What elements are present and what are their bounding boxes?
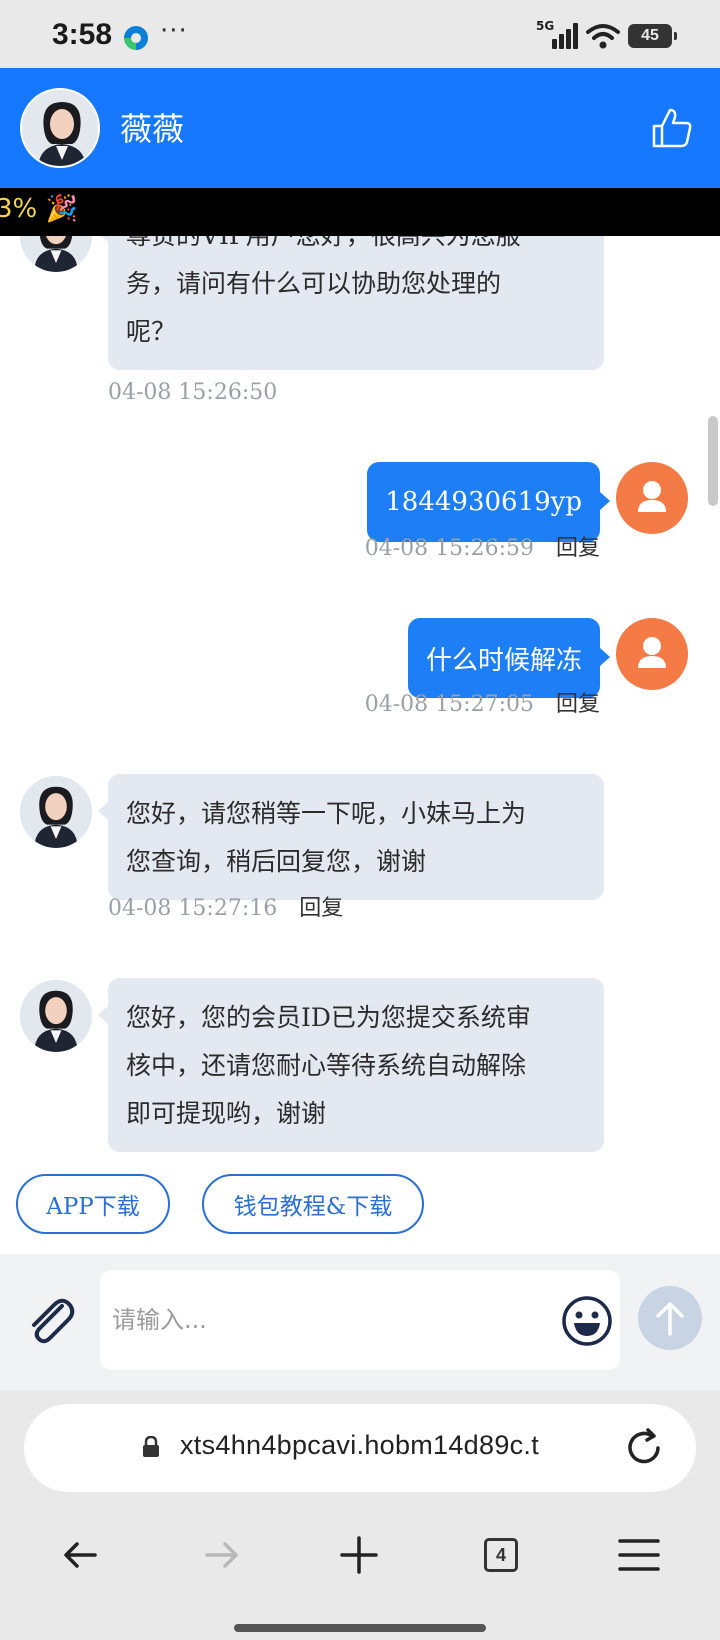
user-avatar bbox=[616, 462, 688, 534]
chat-header: 薇薇 bbox=[0, 68, 720, 188]
menu-button[interactable] bbox=[614, 1530, 664, 1580]
reply-link[interactable]: 回复 bbox=[556, 692, 600, 717]
message-input-bar bbox=[0, 1254, 720, 1390]
reload-icon[interactable] bbox=[622, 1426, 666, 1470]
address-bar[interactable]: xts4hn4bpcavi.hobm14d89c.t bbox=[24, 1404, 696, 1492]
scrollbar-thumb[interactable] bbox=[708, 416, 718, 506]
message-meta: 04-08 15:26:59 回复 bbox=[365, 530, 600, 562]
message-meta: 04-08 15:27:05 回复 bbox=[365, 686, 600, 718]
status-bar: 3:58 ··· 5G 45 bbox=[0, 0, 720, 68]
status-more-icon: ··· bbox=[160, 16, 188, 46]
paperclip-icon[interactable] bbox=[22, 1292, 78, 1348]
agent-message-bubble: 您好，您的会员ID已为您提交系统审 核中，还请您耐心等待系统自动解除 即可提现哟… bbox=[98, 978, 604, 1152]
app-download-button[interactable]: APP下载 bbox=[16, 1174, 170, 1234]
back-arrow-icon bbox=[64, 1542, 97, 1568]
agent-portrait-icon bbox=[20, 776, 92, 848]
wallet-tutorial-button[interactable]: 钱包教程&下载 bbox=[202, 1174, 424, 1234]
send-arrow-icon bbox=[656, 1302, 684, 1336]
agent-portrait-icon bbox=[20, 236, 92, 272]
ticker-text: 3% 🎉 bbox=[0, 194, 78, 224]
battery-icon: 45 bbox=[628, 24, 677, 48]
signal-icon: 5G bbox=[536, 19, 578, 49]
network-type-label: 5G bbox=[536, 19, 555, 33]
agent-avatar bbox=[20, 236, 92, 272]
forward-button[interactable] bbox=[196, 1530, 246, 1580]
home-indicator bbox=[234, 1624, 486, 1632]
edge-browser-icon bbox=[124, 26, 148, 50]
agent-message-bubble: 尊贵的VIP用户您好，很高兴为您服 务，请问有什么可以协助您处理的 呢？ bbox=[98, 236, 604, 370]
agent-avatar bbox=[20, 776, 92, 848]
message-line: 您好，请您稍等一下呢，小妹马上为 bbox=[126, 799, 527, 828]
message-line: 核中，还请您耐心等待系统自动解除 bbox=[126, 1051, 527, 1080]
lock-icon bbox=[143, 1436, 159, 1457]
chat-message-list[interactable]: 尊贵的VIP用户您好，很高兴为您服 务，请问有什么可以协助您处理的 呢？ 04-… bbox=[0, 236, 720, 1156]
url-text: xts4hn4bpcavi.hobm14d89c.t bbox=[180, 1430, 540, 1460]
status-time: 3:58 bbox=[52, 18, 113, 51]
user-avatar bbox=[616, 618, 688, 690]
user-icon bbox=[638, 481, 666, 512]
browser-toolbar: xts4hn4bpcavi.hobm14d89c.t 4 bbox=[0, 1390, 720, 1640]
agent-message-bubble: 您好，请您稍等一下呢，小妹马上为 您查询，稍后回复您，谢谢 bbox=[98, 774, 604, 900]
message-line: 您好，您的会员ID已为您提交系统审 bbox=[126, 1003, 531, 1032]
new-tab-plus-icon bbox=[340, 1536, 378, 1574]
emoji-icon[interactable] bbox=[560, 1294, 614, 1348]
thumbs-up-icon[interactable] bbox=[650, 106, 694, 150]
announcement-ticker: 3% 🎉 bbox=[0, 188, 720, 236]
forward-arrow-icon bbox=[205, 1542, 238, 1568]
message-meta: 04-08 15:27:16 回复 bbox=[108, 890, 343, 922]
message-input[interactable] bbox=[100, 1270, 620, 1370]
send-button[interactable] bbox=[638, 1286, 702, 1350]
reply-link[interactable]: 回复 bbox=[556, 536, 600, 561]
user-icon bbox=[638, 637, 666, 668]
contact-avatar[interactable] bbox=[20, 88, 100, 168]
agent-portrait-icon bbox=[20, 980, 92, 1052]
status-icons: 5G 45 bbox=[536, 19, 677, 50]
message-line: 您查询，稍后回复您，谢谢 bbox=[126, 847, 427, 876]
back-button[interactable] bbox=[56, 1530, 106, 1580]
reply-link[interactable]: 回复 bbox=[299, 896, 343, 921]
message-timestamp: 04-08 15:26:59 bbox=[364, 536, 534, 561]
menu-icon bbox=[618, 1539, 660, 1571]
quick-actions-bar: APP下载 钱包教程&下载 bbox=[0, 1156, 720, 1254]
message-line: 呢？ bbox=[126, 317, 177, 346]
agent-portrait-icon bbox=[22, 90, 98, 166]
message-line: 务，请问有什么可以协助您处理的 bbox=[126, 269, 502, 298]
contact-name: 薇薇 bbox=[120, 110, 185, 148]
tabs-button[interactable]: 4 bbox=[476, 1530, 526, 1580]
agent-avatar bbox=[20, 980, 92, 1052]
message-line: 即可提现哟，谢谢 bbox=[126, 1099, 327, 1128]
new-tab-button[interactable] bbox=[334, 1530, 384, 1580]
tabs-icon: 4 bbox=[484, 1538, 518, 1572]
message-line: 尊贵的VIP用户您好，很高兴为您服 bbox=[126, 236, 588, 260]
wifi-icon bbox=[586, 24, 620, 49]
message-timestamp: 04-08 15:27:05 bbox=[364, 692, 534, 717]
message-timestamp: 04-08 15:26:50 bbox=[108, 380, 278, 405]
message-timestamp: 04-08 15:27:16 bbox=[108, 896, 278, 921]
